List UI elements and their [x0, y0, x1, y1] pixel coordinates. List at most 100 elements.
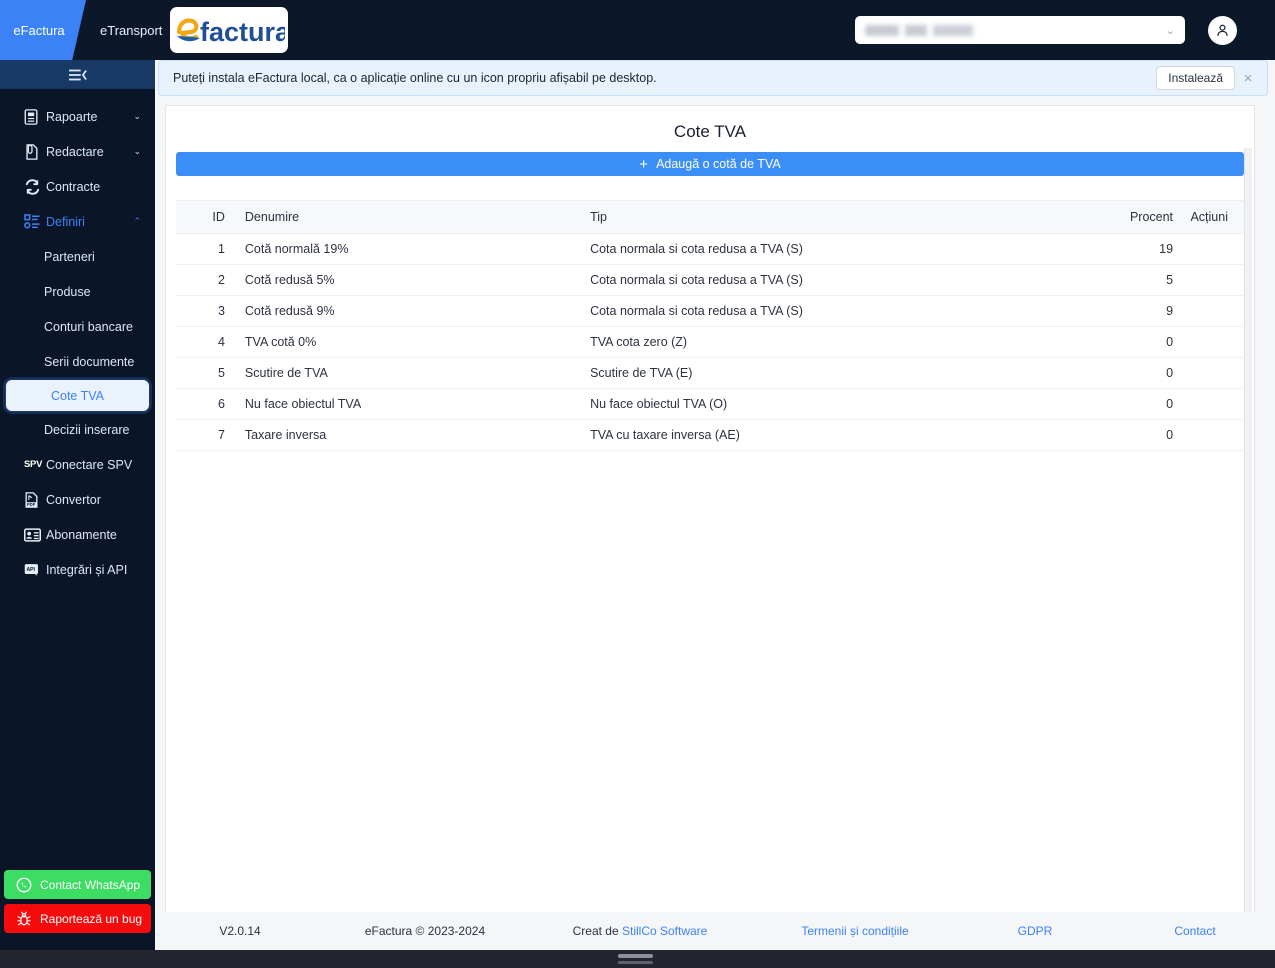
table-row[interactable]: 7 Taxare inversa TVA cu taxare inversa (…: [176, 419, 1244, 451]
top-bar: eFactura eTransport factura ⌄: [0, 0, 1275, 60]
cell-actiuni[interactable]: [1181, 388, 1244, 420]
cell-actiuni[interactable]: [1181, 295, 1244, 327]
cell-actiuni[interactable]: [1181, 357, 1244, 389]
cell-denumire: Taxare inversa: [236, 419, 583, 451]
table-row[interactable]: 4 TVA cotă 0% TVA cota zero (Z) 0: [176, 326, 1244, 358]
sidebar-item-rapoarte[interactable]: Rapoarte ⌄: [0, 99, 155, 134]
footer-terms-link[interactable]: Termenii și condițiile: [755, 924, 955, 938]
sidebar-item-produse[interactable]: Produse: [0, 274, 155, 309]
window-drag-handle[interactable]: [618, 954, 653, 958]
sidebar-item-serii-documente[interactable]: Serii documente: [0, 344, 155, 379]
close-icon[interactable]: ×: [1235, 70, 1261, 87]
table-row[interactable]: 3 Cotă redusă 9% Cota normala si cota re…: [176, 295, 1244, 327]
report-icon: [24, 108, 46, 125]
cell-denumire: Cotă redusă 5%: [236, 264, 583, 296]
sidebar-item-conectare-spv[interactable]: SPV Conectare SPV: [0, 447, 155, 482]
sidebar-item-conturi-bancare[interactable]: Conturi bancare: [0, 309, 155, 344]
tab-efactura[interactable]: eFactura: [0, 0, 86, 60]
whatsapp-button-label: Contact WhatsApp: [40, 877, 141, 892]
content-scrollbar[interactable]: [1244, 148, 1252, 968]
window-drag-handle-secondary[interactable]: [618, 961, 653, 964]
sidebar-toggle-button[interactable]: [0, 60, 155, 89]
cell-actiuni[interactable]: [1181, 326, 1244, 358]
report-bug-button[interactable]: Raportează un bug: [4, 904, 151, 933]
footer-contact-link[interactable]: Contact: [1115, 924, 1275, 938]
sidebar-item-label: Abonamente: [46, 527, 117, 542]
table-row[interactable]: 2 Cotă redusă 5% Cota normala si cota re…: [176, 264, 1244, 296]
cell-tip: Cota normala si cota redusa a TVA (S): [582, 264, 1110, 296]
edit-document-icon: [24, 143, 46, 160]
cell-actiuni[interactable]: [1181, 264, 1244, 296]
column-header-tip[interactable]: Tip: [582, 200, 1110, 234]
table-header: ID Denumire Tip Procent Acțiuni: [176, 200, 1244, 234]
page-title: Cote TVA: [673, 122, 747, 141]
efactura-logo[interactable]: factura: [170, 7, 288, 53]
cell-id: 7: [176, 419, 237, 451]
chevron-down-icon: ⌄: [133, 146, 141, 156]
table-row[interactable]: 1 Cotă normală 19% Cota normala si cota …: [176, 233, 1244, 265]
cell-tip: Nu face obiectul TVA (O): [582, 388, 1110, 420]
column-header-actiuni[interactable]: Acțiuni: [1181, 200, 1244, 234]
tab-etransport[interactable]: eTransport: [86, 0, 176, 60]
sidebar: Rapoarte ⌄ Redactare ⌄ Contracte Definir…: [0, 60, 155, 950]
cell-actiuni[interactable]: [1181, 233, 1244, 265]
cell-procent: 0: [1109, 326, 1182, 358]
pdf-convert-icon: PDF: [24, 491, 46, 508]
sidebar-item-label: Integrări și API: [46, 562, 128, 577]
tab-etransport-label: eTransport: [100, 22, 163, 38]
bug-icon: [17, 911, 31, 925]
cell-procent: 19: [1109, 233, 1182, 265]
cell-denumire: TVA cotă 0%: [236, 326, 583, 358]
footer: V2.0.14 eFactura © 2023-2024 Creat de St…: [155, 912, 1275, 950]
sidebar-item-integrari-api[interactable]: API Integrări și API: [0, 552, 155, 587]
cell-tip: TVA cota zero (Z): [582, 326, 1110, 358]
sidebar-item-convertor[interactable]: PDF Convertor: [0, 482, 155, 517]
column-header-denumire[interactable]: Denumire: [236, 200, 583, 234]
install-notice-text: Puteți instala eFactura local, ca o apli…: [173, 71, 657, 85]
cell-id: 1: [176, 233, 237, 265]
table-row[interactable]: 5 Scutire de TVA Scutire de TVA (E) 0: [176, 357, 1244, 389]
svg-text:API: API: [26, 567, 35, 573]
add-vat-rate-label: Adaugă o cotă de TVA: [656, 157, 781, 171]
logo-mark-icon: factura: [176, 17, 285, 47]
cell-denumire: Nu face obiectul TVA: [236, 388, 583, 420]
table-body: 1 Cotă normală 19% Cota normala si cota …: [176, 233, 1244, 451]
sidebar-item-definiri[interactable]: Definiri ⌃: [0, 204, 155, 239]
cell-procent: 5: [1109, 264, 1182, 296]
footer-credit-prefix: Creat de: [572, 924, 622, 938]
footer-credit-link[interactable]: StillCo Software: [622, 924, 707, 938]
svg-text:PDF: PDF: [27, 502, 36, 507]
footer-gdpr-link[interactable]: GDPR: [955, 924, 1115, 938]
sidebar-item-parteneri[interactable]: Parteneri: [0, 239, 155, 274]
sidebar-item-cote-tva[interactable]: Cote TVA: [5, 379, 150, 412]
footer-version: V2.0.14: [219, 924, 261, 938]
add-vat-rate-button[interactable]: + Adaugă o cotă de TVA: [176, 152, 1244, 176]
sidebar-item-label: Conectare SPV: [46, 457, 133, 472]
footer-copyright: eFactura © 2023-2024: [364, 924, 486, 938]
table-row[interactable]: 6 Nu face obiectul TVA Nu face obiectul …: [176, 388, 1244, 420]
contact-whatsapp-button[interactable]: Contact WhatsApp: [4, 870, 151, 899]
cell-id: 4: [176, 326, 237, 358]
sidebar-item-decizii-inserare[interactable]: Decizii inserare: [0, 412, 155, 447]
cell-actiuni[interactable]: [1181, 419, 1244, 451]
sidebar-item-label: Rapoarte: [46, 109, 98, 124]
cell-tip: Cota normala si cota redusa a TVA (S): [582, 233, 1110, 265]
install-notice-banner: Puteți instala eFactura local, ca o apli…: [158, 60, 1268, 96]
cell-procent: 0: [1109, 388, 1182, 420]
sidebar-bottom-actions: Contact WhatsApp Raportează un bug: [4, 870, 151, 938]
cell-id: 3: [176, 295, 237, 327]
column-header-id[interactable]: ID: [176, 200, 237, 234]
vat-rates-table: ID Denumire Tip Procent Acțiuni 1 Cotă n…: [176, 200, 1244, 451]
cell-procent: 9: [1109, 295, 1182, 327]
sidebar-item-redactare[interactable]: Redactare ⌄: [0, 134, 155, 169]
avatar[interactable]: [1208, 16, 1237, 45]
column-header-procent[interactable]: Procent: [1109, 200, 1182, 234]
whatsapp-icon: [16, 877, 32, 892]
install-button[interactable]: Instalează: [1156, 66, 1235, 90]
sidebar-nav: Rapoarte ⌄ Redactare ⌄ Contracte Definir…: [0, 89, 155, 587]
sidebar-item-abonamente[interactable]: Abonamente: [0, 517, 155, 552]
sidebar-item-contracte[interactable]: Contracte: [0, 169, 155, 204]
account-select[interactable]: ⌄: [855, 16, 1185, 44]
cell-id: 5: [176, 357, 237, 389]
cell-id: 2: [176, 264, 237, 296]
